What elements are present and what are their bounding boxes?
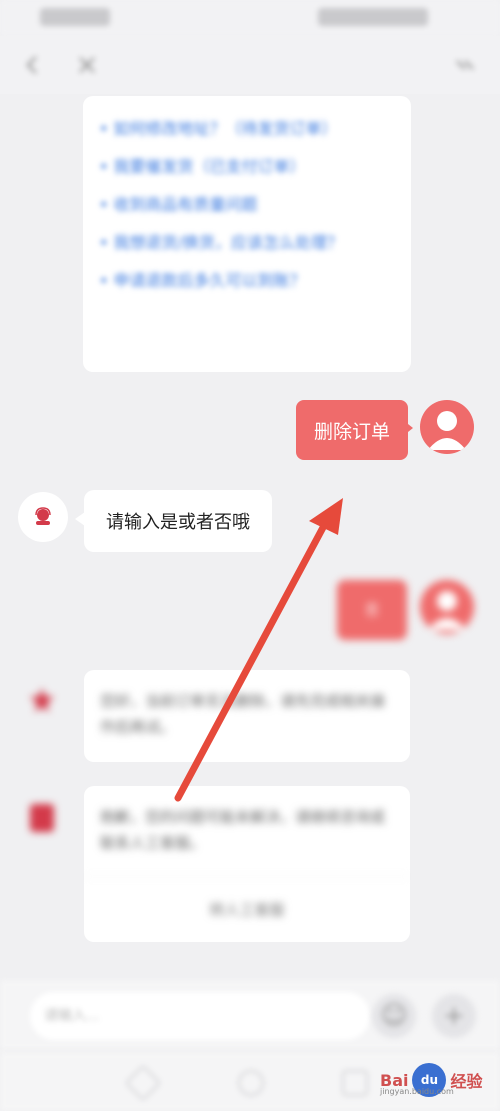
watermark-brand-cn: 经验 xyxy=(450,1072,483,1091)
watermark-url: jingyan.baidu.com xyxy=(380,1087,454,1096)
baidu-jingyan-watermark: Bai du 经验 jingyan.baidu.com xyxy=(380,1055,495,1105)
annotation-arrow xyxy=(174,498,343,802)
